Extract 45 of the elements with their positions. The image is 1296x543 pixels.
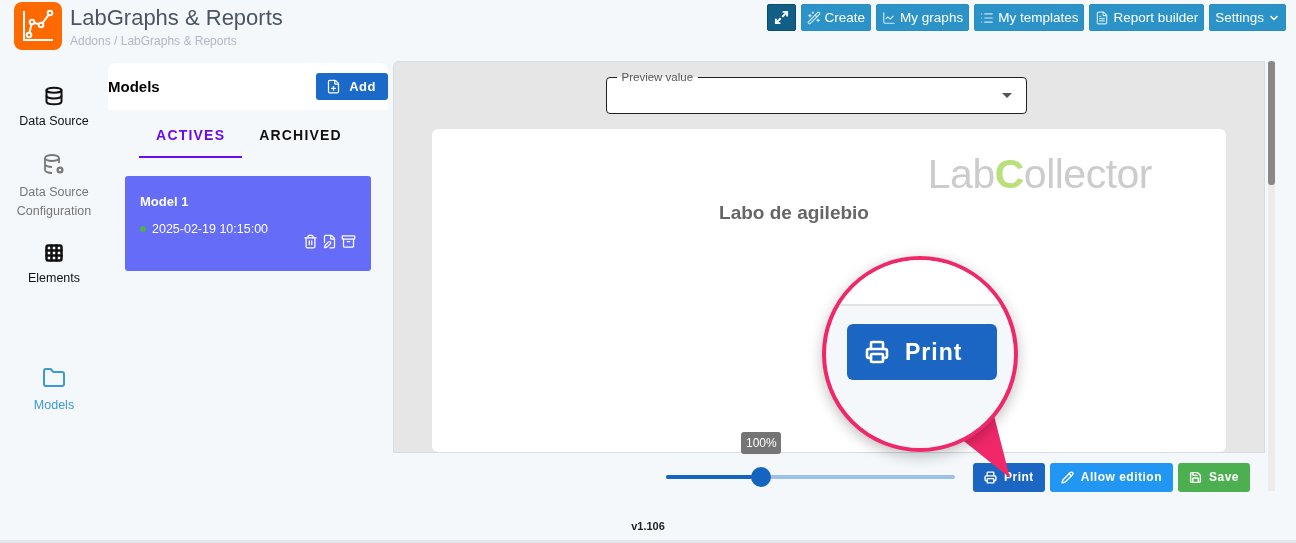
report-title: Labo de agilebio (719, 202, 869, 225)
folder-icon (42, 366, 66, 390)
toolbar-button[interactable]: My templates (974, 4, 1085, 31)
sidebar-item[interactable]: Models (4, 366, 104, 415)
tab[interactable]: ACTIVES (139, 115, 243, 158)
sidebar-item[interactable]: Elements (4, 243, 104, 288)
dropdown-caret-icon (1001, 93, 1012, 99)
sidebar-item[interactable]: Data Source (4, 86, 104, 131)
pencil-icon (1060, 470, 1074, 484)
database-icon (44, 86, 64, 106)
document-icon (1095, 10, 1110, 25)
save-button[interactable]: Save (1178, 462, 1251, 492)
toolbar-button[interactable]: My graphs (876, 4, 970, 31)
add-button[interactable]: Add (316, 73, 388, 100)
scrollbar-thumb[interactable] (1268, 61, 1275, 185)
print-button[interactable]: Print (847, 324, 997, 380)
slider-thumb[interactable] (751, 467, 772, 487)
models-title: Models (108, 78, 160, 95)
expand-icon (773, 10, 789, 25)
magic-wand-icon (806, 10, 821, 25)
database-settings-icon (42, 153, 66, 177)
toolbar-button[interactable]: Create (800, 4, 872, 31)
model-date: 2025-02-19 10:15:00 (152, 222, 269, 236)
settings-menu-button[interactable]: Settings (1209, 4, 1286, 31)
zoom-tooltip: 100% (741, 432, 782, 454)
file-edit-icon[interactable] (322, 234, 337, 249)
model-name: Model 1 (140, 194, 190, 209)
save-icon (1189, 470, 1202, 484)
app-title: LabGraphs & Reports (70, 4, 283, 32)
app-logo (14, 2, 62, 50)
file-plus-icon (326, 79, 342, 94)
line-chart-icon (882, 10, 897, 25)
grid-icon (44, 243, 64, 263)
printer-icon (865, 340, 889, 364)
edit-button[interactable]: Allow edition (1049, 462, 1173, 492)
zoom-slider[interactable] (666, 467, 955, 487)
printer-icon (984, 470, 997, 484)
version-label: v1.106 (631, 519, 665, 532)
list-icon (980, 10, 995, 25)
toolbar-button[interactable]: Report builder (1089, 4, 1205, 31)
delete-icon[interactable] (303, 234, 318, 249)
expand-button[interactable] (766, 4, 796, 31)
tab[interactable]: ARCHIVED (242, 115, 359, 158)
model-card[interactable]: Model 1 2025-02-19 10:15:00 (125, 176, 371, 271)
archive-icon[interactable] (341, 234, 356, 249)
